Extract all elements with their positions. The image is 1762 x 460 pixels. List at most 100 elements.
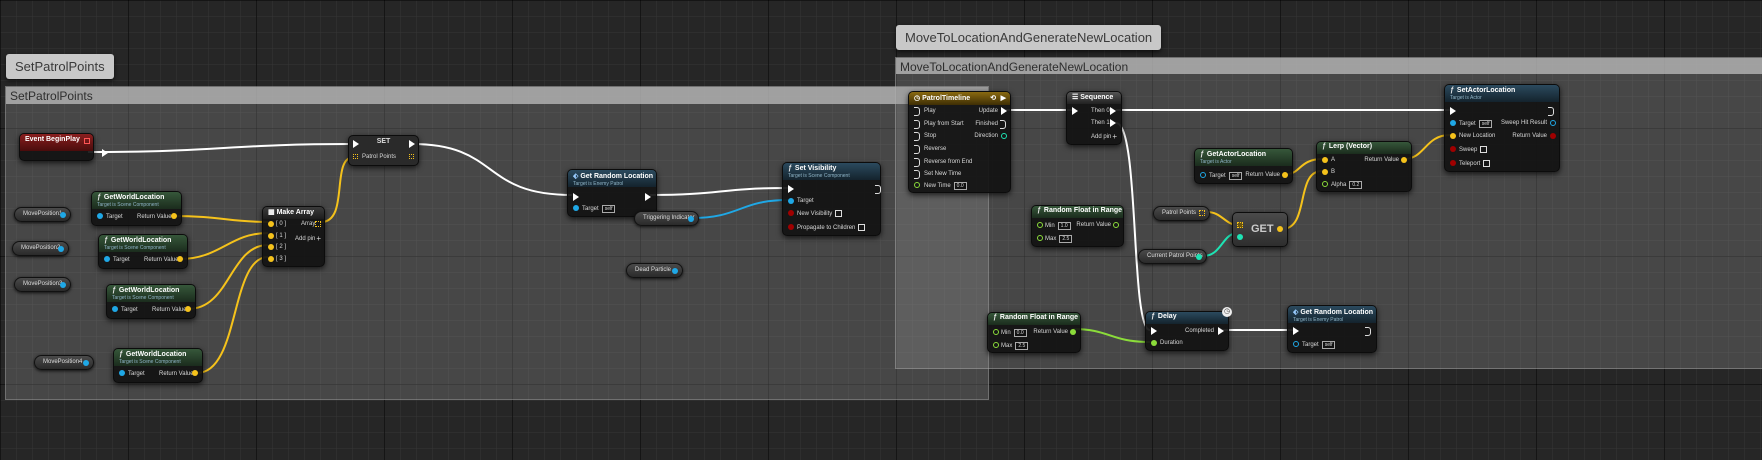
- target-pin[interactable]: [104, 256, 110, 262]
- update-pin[interactable]: [1001, 107, 1007, 115]
- return-value-pin[interactable]: [185, 306, 191, 312]
- element-1-pin[interactable]: [268, 233, 274, 239]
- play-icon[interactable]: ▶: [1001, 94, 1006, 102]
- reverse-pin[interactable]: [914, 145, 920, 154]
- lerp-vector-node[interactable]: ƒ Lerp (Vector) A B Alpha 0.2 Return Value: [1316, 141, 1412, 192]
- teleport-pin[interactable]: [1450, 160, 1456, 166]
- target-pin[interactable]: [1293, 341, 1299, 347]
- exec-in-pin[interactable]: [573, 193, 579, 201]
- get-world-location-node-4[interactable]: ƒ GetWorldLocation Target is Scene Compone…: [113, 348, 203, 383]
- index-pin[interactable]: [1237, 234, 1243, 240]
- array-out-pin[interactable]: [315, 221, 321, 227]
- target-pin[interactable]: [119, 370, 125, 376]
- random-float-in-range-node-1[interactable]: ƒ Random Float in Range Min 1.0 Max 2.5 Ret…: [1031, 205, 1124, 247]
- target-pin[interactable]: [97, 213, 103, 219]
- target-pin[interactable]: [112, 306, 118, 312]
- new-time-field[interactable]: 0.0: [953, 182, 967, 190]
- var-move-position-4[interactable]: MovePosition4: [34, 355, 94, 370]
- propagate-pin[interactable]: [788, 224, 794, 230]
- get-world-location-node-2[interactable]: ƒ GetWorldLocation Target is Scene Compone…: [98, 234, 188, 269]
- event-begin-play-node[interactable]: Event BeginPlay: [19, 133, 108, 161]
- alpha-pin[interactable]: [1322, 181, 1328, 187]
- patrol-timeline-node[interactable]: ◷ PatrolTimeline ⟲ ▶ Play Play from Star…: [908, 91, 1011, 193]
- return-value-pin[interactable]: [192, 370, 198, 376]
- finished-pin[interactable]: [1000, 120, 1006, 129]
- return-value-pin[interactable]: [1282, 172, 1288, 178]
- exec-out-pin[interactable]: [645, 193, 651, 201]
- return-value-pin[interactable]: [1113, 222, 1119, 228]
- teleport-checkbox[interactable]: [1483, 160, 1491, 167]
- var-move-position-2[interactable]: MovePosition2: [12, 241, 69, 256]
- get-random-location-node-2[interactable]: ⬖ Get Random Location Target is Enemy Pat…: [1287, 305, 1377, 353]
- var-dead-particle[interactable]: Dead Particle: [626, 263, 683, 278]
- exec-out-pin[interactable]: [409, 140, 415, 148]
- exec-in-pin[interactable]: [1450, 107, 1456, 115]
- add-pin-icon[interactable]: +: [1112, 132, 1117, 141]
- exec-out-pin[interactable]: [1365, 327, 1371, 336]
- var-current-patrol-points[interactable]: Current Patrol Points: [1138, 249, 1207, 264]
- element-0-pin[interactable]: [268, 221, 274, 227]
- then-0-pin[interactable]: [1110, 107, 1116, 115]
- exec-in-pin[interactable]: [353, 140, 359, 148]
- return-value-pin[interactable]: [177, 256, 183, 262]
- new-visibility-checkbox[interactable]: [835, 210, 843, 217]
- var-move-position-3[interactable]: MovePosition3: [14, 277, 71, 292]
- completed-pin[interactable]: [1218, 327, 1224, 335]
- get-array-element-node[interactable]: GET: [1232, 212, 1288, 247]
- min-pin[interactable]: [1037, 222, 1043, 228]
- a-pin[interactable]: [1322, 157, 1328, 163]
- play-from-start-pin[interactable]: [914, 120, 920, 129]
- var-move-position-1[interactable]: MovePosition1: [14, 207, 71, 222]
- patrol-points-in-pin[interactable]: [353, 154, 358, 159]
- b-pin[interactable]: [1322, 169, 1328, 175]
- new-time-pin[interactable]: [914, 182, 920, 188]
- target-pin[interactable]: [1450, 120, 1456, 126]
- return-value-pin[interactable]: [171, 213, 177, 219]
- get-world-location-node-1[interactable]: ƒ GetWorldLocation Target is Scene Compone…: [91, 191, 182, 226]
- return-value-pin[interactable]: [1550, 133, 1556, 139]
- max-field[interactable]: 2.5: [1059, 235, 1073, 243]
- duration-pin[interactable]: [1151, 340, 1157, 346]
- delegate-pin[interactable]: [84, 138, 90, 144]
- target-pin[interactable]: [1200, 172, 1206, 178]
- sweep-pin[interactable]: [1450, 146, 1456, 152]
- element-2-pin[interactable]: [268, 244, 274, 250]
- get-world-location-node-3[interactable]: ƒ GetWorldLocation Target is Scene Compone…: [106, 284, 196, 319]
- max-pin[interactable]: [993, 342, 999, 348]
- set-new-time-pin[interactable]: [914, 170, 920, 179]
- sweep-hit-result-pin[interactable]: [1550, 120, 1556, 126]
- max-pin[interactable]: [1037, 235, 1043, 241]
- make-array-node[interactable]: ▦ Make Array [ 0 ] [ 1 ] [ 2 ] [ 3 ] Arr…: [262, 206, 325, 267]
- set-patrol-points-node[interactable]: SET Patrol Points: [348, 135, 419, 166]
- var-triggering-indicator[interactable]: Triggering Indicator: [634, 211, 699, 226]
- new-location-pin[interactable]: [1450, 133, 1456, 139]
- min-pin[interactable]: [993, 329, 999, 335]
- exec-out-pin[interactable]: [102, 149, 108, 157]
- patrol-points-out-pin[interactable]: [409, 154, 414, 159]
- play-pin[interactable]: [914, 107, 920, 116]
- add-pin-icon[interactable]: +: [316, 234, 321, 243]
- set-actor-location-node[interactable]: ƒ SetActorLocation Target is Actor Target s…: [1444, 84, 1560, 172]
- var-patrol-points[interactable]: Patrol Points: [1153, 206, 1210, 221]
- return-value-pin[interactable]: [1401, 157, 1407, 163]
- exec-in-pin[interactable]: [1072, 107, 1078, 115]
- random-float-in-range-node-2[interactable]: ƒ Random Float in Range Min 0.0 Max 2.5 Ret…: [987, 312, 1081, 353]
- direction-pin[interactable]: [1001, 133, 1007, 139]
- target-pin[interactable]: [573, 205, 579, 211]
- reverse-from-end-pin[interactable]: [914, 158, 920, 167]
- max-field[interactable]: 2.5: [1015, 342, 1029, 350]
- sweep-checkbox[interactable]: [1480, 146, 1488, 153]
- get-actor-location-node[interactable]: ƒ GetActorLocation Target is Actor Target s…: [1194, 148, 1293, 184]
- min-field[interactable]: 0.0: [1013, 329, 1027, 337]
- propagate-checkbox[interactable]: [858, 224, 866, 231]
- output-pin[interactable]: [1277, 226, 1283, 232]
- exec-in-pin[interactable]: [1293, 327, 1299, 335]
- new-visibility-pin[interactable]: [788, 210, 794, 216]
- exec-in-pin[interactable]: [1151, 327, 1157, 335]
- loop-icon[interactable]: ⟲: [990, 94, 996, 102]
- then-1-pin[interactable]: [1110, 119, 1116, 127]
- return-value-pin[interactable]: [1070, 329, 1076, 335]
- alpha-field[interactable]: 0.2: [1349, 181, 1363, 189]
- exec-out-pin[interactable]: [1548, 107, 1554, 116]
- set-visibility-node[interactable]: ƒ Set Visibility Target is Scene Component…: [782, 162, 881, 236]
